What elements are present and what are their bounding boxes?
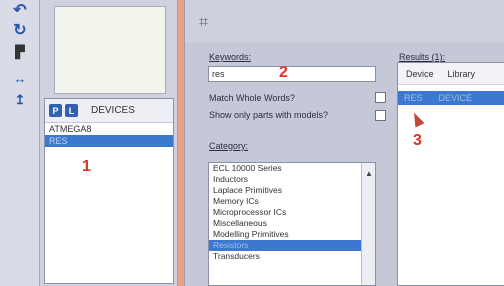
devices-header: P L DEVICES (45, 99, 173, 123)
library-manager-button[interactable]: L (65, 104, 78, 117)
device-preview (54, 6, 166, 94)
pick-devices-button[interactable]: P (49, 104, 62, 117)
left-panel: P L DEVICES ATMEGA8 RES (40, 0, 178, 286)
device-item-res[interactable]: RES (45, 135, 173, 147)
pin-icon[interactable]: ▛ (8, 44, 32, 60)
pick-devices-dialog: ⌗ Keywords: res Match Whole Words? Show … (184, 0, 504, 286)
step-number-1: 1 (82, 158, 91, 175)
dialog-title-bar: ⌗ (185, 0, 504, 42)
match-whole-words-label: Match Whole Words? (209, 93, 295, 103)
arrow-up-icon[interactable]: ↥ (8, 92, 32, 108)
step-number-3: 3 (413, 132, 422, 149)
category-item[interactable]: Microprocessor ICs (209, 207, 375, 218)
category-label: Category: (209, 141, 249, 151)
category-item-selected[interactable]: Resistors (209, 240, 375, 251)
devices-title: DEVICES (91, 105, 135, 116)
column-device[interactable]: Device (406, 69, 434, 79)
result-device: RES (404, 93, 423, 103)
category-scrollbar[interactable]: ▲ (361, 163, 375, 285)
category-item[interactable]: Memory ICs (209, 196, 375, 207)
results-header: Device Library (398, 63, 504, 85)
scroll-up-icon[interactable]: ▲ (365, 169, 373, 178)
results-label: Results (1): (399, 52, 446, 62)
step-number-2: 2 (279, 64, 288, 81)
undo-icon[interactable]: ↶ (8, 2, 32, 19)
category-list[interactable]: ECL 10000 Series Inductors Laplace Primi… (208, 162, 376, 286)
results-table: Device Library RES DEVICE (397, 62, 504, 286)
keywords-input[interactable]: res (208, 66, 376, 82)
category-item[interactable]: Miscellaneous (209, 218, 375, 229)
result-library: DEVICE (438, 93, 473, 103)
category-item[interactable]: Inductors (209, 174, 375, 185)
device-item-atmega8[interactable]: ATMEGA8 (45, 123, 173, 135)
left-toolstrip: ↶ ↻ ▛ ↔ ↥ (0, 0, 40, 286)
dialog-pin-icon: ⌗ (199, 14, 209, 31)
show-only-models-checkbox[interactable] (375, 110, 386, 121)
category-item[interactable]: Transducers (209, 251, 375, 262)
show-only-models-label: Show only parts with models? (209, 110, 329, 120)
keywords-label: Keywords: (209, 52, 252, 62)
screenshot-stage: ↶ ↻ ▛ ↔ ↥ P L DEVICES ATMEGA8 RES 1 ⌗ Ke… (0, 0, 504, 286)
category-item[interactable]: Laplace Primitives (209, 185, 375, 196)
devices-list-panel: P L DEVICES ATMEGA8 RES (44, 98, 174, 284)
category-item[interactable]: ECL 10000 Series (209, 163, 375, 174)
redo-icon[interactable]: ↻ (8, 22, 32, 39)
match-whole-words-checkbox[interactable] (375, 92, 386, 103)
results-row[interactable]: RES DEVICE (398, 91, 504, 105)
category-item[interactable]: Modelling Primitives (209, 229, 375, 240)
arrow-right-icon[interactable]: ↔ (8, 70, 32, 86)
column-library[interactable]: Library (448, 69, 476, 79)
